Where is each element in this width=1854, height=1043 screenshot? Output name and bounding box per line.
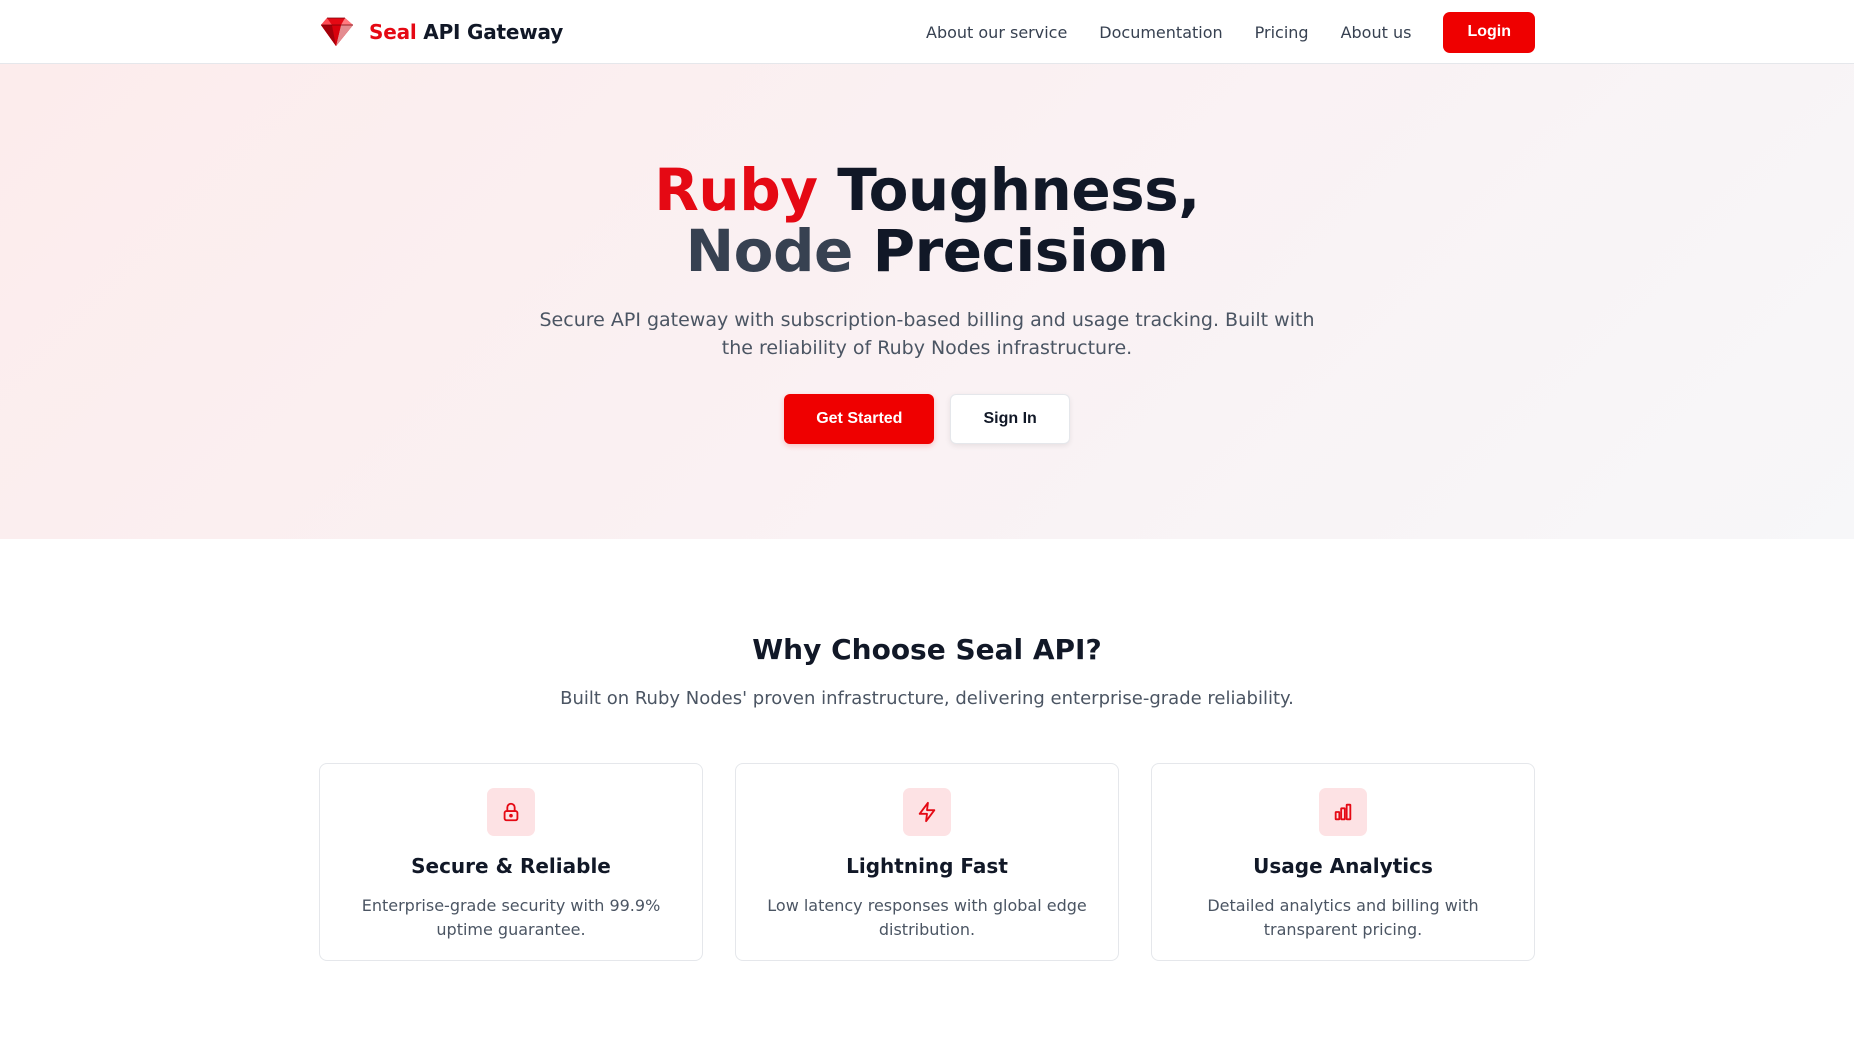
feature-card-title: Usage Analytics bbox=[1253, 854, 1433, 878]
hero-title-ruby: Ruby bbox=[654, 156, 818, 224]
lightning-icon bbox=[903, 788, 951, 836]
nav-pricing[interactable]: Pricing bbox=[1255, 23, 1309, 42]
site-header: Seal API Gateway About our service Docum… bbox=[0, 0, 1854, 64]
hero-title: Ruby Toughness, Node Precision bbox=[0, 160, 1854, 282]
hero-actions: Get Started Sign In bbox=[0, 394, 1854, 444]
feature-card-desc: Enterprise-grade security with 99.9% upt… bbox=[361, 896, 661, 939]
hero-subtitle: Secure API gateway with subscription-bas… bbox=[539, 309, 1315, 359]
hero-title-node: Node bbox=[685, 217, 854, 285]
lock-icon bbox=[487, 788, 535, 836]
brand-link[interactable]: Seal API Gateway bbox=[319, 16, 563, 48]
hero-section: Ruby Toughness, Node Precision Secure AP… bbox=[0, 64, 1854, 539]
feature-card-title: Secure & Reliable bbox=[411, 854, 611, 878]
features-section: Why Choose Seal API? Built on Ruby Nodes… bbox=[0, 539, 1854, 961]
feature-card-secure: Secure & Reliable Enterprise-grade secur… bbox=[319, 763, 703, 961]
nav-about-us[interactable]: About us bbox=[1341, 23, 1412, 42]
hero-title-line1-rest: Toughness, bbox=[817, 156, 1200, 224]
login-button[interactable]: Login bbox=[1443, 11, 1535, 53]
feature-card-fast: Lightning Fast Low latency responses wit… bbox=[735, 763, 1119, 961]
feature-card-analytics: Usage Analytics Detailed analytics and b… bbox=[1151, 763, 1535, 961]
features-container: Why Choose Seal API? Built on Ruby Nodes… bbox=[319, 633, 1535, 961]
header-container: Seal API Gateway About our service Docum… bbox=[319, 0, 1535, 64]
feature-cards: Secure & Reliable Enterprise-grade secur… bbox=[319, 763, 1535, 961]
brand-name: Seal API Gateway bbox=[369, 20, 563, 44]
brand-name-accent: Seal bbox=[369, 20, 417, 44]
nav-documentation[interactable]: Documentation bbox=[1099, 23, 1222, 42]
ruby-gem-icon bbox=[321, 17, 353, 46]
hero-title-line2-rest: Precision bbox=[852, 217, 1169, 285]
get-started-button[interactable]: Get Started bbox=[784, 394, 935, 444]
feature-card-desc: Low latency responses with global edge d… bbox=[767, 896, 1087, 939]
sign-in-button[interactable]: Sign In bbox=[950, 394, 1070, 444]
nav-about-service[interactable]: About our service bbox=[926, 23, 1067, 42]
main-nav: About our service Documentation Pricing … bbox=[894, 11, 1535, 53]
features-subtitle: Built on Ruby Nodes' proven infrastructu… bbox=[560, 688, 1294, 709]
feature-card-title: Lightning Fast bbox=[846, 854, 1008, 878]
bar-chart-icon bbox=[1319, 788, 1367, 836]
features-title: Why Choose Seal API? bbox=[752, 633, 1102, 666]
brand-name-rest: API Gateway bbox=[416, 20, 564, 44]
feature-card-desc: Detailed analytics and billing with tran… bbox=[1207, 896, 1479, 939]
